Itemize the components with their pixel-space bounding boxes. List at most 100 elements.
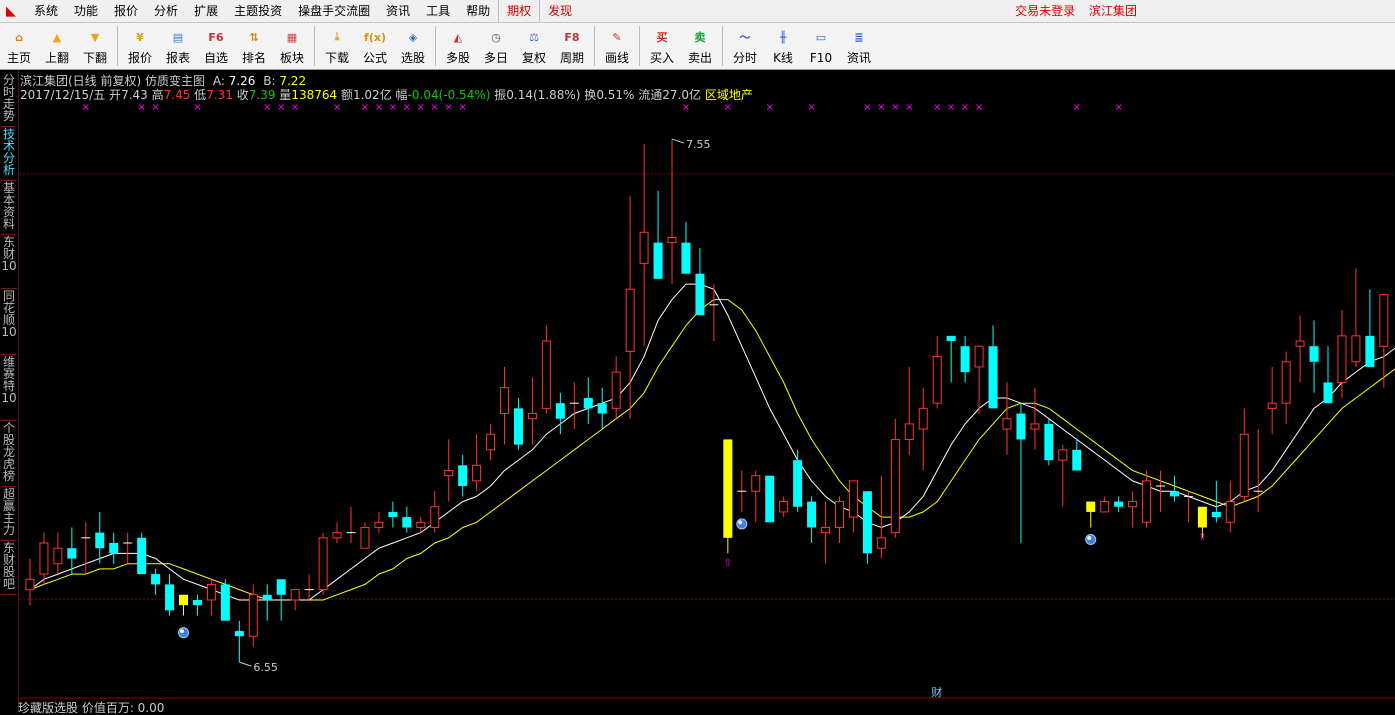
yen-icon: ¥ <box>136 30 144 44</box>
toolbar-button-2-0[interactable]: ⤓ 下载 <box>318 23 356 69</box>
toolbar-button-0-1[interactable]: ▲ 上翻 <box>38 23 76 69</box>
side-tab-7[interactable]: 超赢主力 <box>1 488 17 541</box>
side-tab-5[interactable]: 维赛特10 <box>1 356 17 421</box>
candlesticks <box>25 139 1389 663</box>
menu-3[interactable]: 分析 <box>146 0 186 22</box>
top-x-marker: × <box>975 102 983 113</box>
candle-body-up <box>611 371 621 409</box>
candle <box>1142 470 1152 528</box>
candle-body-down <box>807 501 817 528</box>
candle-body-down <box>1365 335 1375 367</box>
candle <box>402 506 412 533</box>
ma-fast-line <box>29 283 1395 601</box>
top-x-marker: × <box>947 102 955 113</box>
menu-8[interactable]: 工具 <box>418 0 458 22</box>
menu-red-1[interactable]: 发现 <box>539 0 580 22</box>
candle <box>1295 315 1305 383</box>
candle-body-down <box>946 335 956 342</box>
side-tab-8[interactable]: 东财股吧 <box>1 542 17 595</box>
login-status[interactable]: 交易未登录 <box>1015 4 1075 18</box>
candle-body-up <box>360 526 370 549</box>
candle-body-up <box>332 532 342 539</box>
toolbar-button-6-3[interactable]: ≣ 资讯 <box>840 23 878 69</box>
candle <box>179 594 189 616</box>
top-x-marker: × <box>417 102 425 113</box>
side-tab-1[interactable]: 技术分析 <box>1 128 17 181</box>
top-x-marker: × <box>431 102 439 113</box>
menu-9[interactable]: 帮助 <box>458 0 498 22</box>
menu-5[interactable]: 主题投资 <box>226 0 290 22</box>
current-stock-name[interactable]: 滨江集团 <box>1089 4 1137 18</box>
candle-body-down <box>583 398 593 409</box>
candle-body-up <box>821 526 831 534</box>
toolbar-button-0-2[interactable]: ▼ 下翻 <box>76 23 114 69</box>
side-tab-4[interactable]: 同花顺10 <box>1 290 17 355</box>
menu-7[interactable]: 资讯 <box>378 0 418 22</box>
side-tab-3[interactable]: 东财10 <box>1 236 17 289</box>
finance-marker[interactable]: 财 <box>931 685 942 699</box>
toolbar-button-1-2[interactable]: F6 自选 <box>197 23 235 69</box>
toolbar-button-3-1[interactable]: ◷ 多日 <box>477 23 515 69</box>
top-x-marker: × <box>961 102 969 113</box>
special-candle-body <box>1086 501 1096 512</box>
top-x-marker: × <box>137 102 145 113</box>
toolbar-button-3-2[interactable]: ⚖ 复权 <box>515 23 553 69</box>
menu-0[interactable]: 系统 <box>26 0 66 22</box>
toolbar-button-1-0[interactable]: ¥ 报价 <box>121 23 159 69</box>
toolbar-button-2-1[interactable]: f(x) 公式 <box>356 23 394 69</box>
top-x-marker: × <box>1073 102 1081 113</box>
side-tab-6[interactable]: 个股龙虎榜 <box>1 422 17 487</box>
menu-bar: ◣ 系统 功能 报价 分析 扩展 主题投资 操盘手交流圈 资讯 工具 帮助 期权 发现 交易未登录 滨… <box>0 0 1395 23</box>
menu-4[interactable]: 扩展 <box>186 0 226 22</box>
top-x-marker: × <box>724 102 732 113</box>
toolbar-button-0-0[interactable]: ⌂ 主页 <box>0 23 38 69</box>
candle-body-up <box>374 521 384 528</box>
toolbar-button-1-1[interactable]: ▤ 报表 <box>159 23 197 69</box>
candle-body-down <box>1169 491 1179 497</box>
candle <box>430 491 440 533</box>
candle-body-down <box>276 579 286 595</box>
kline-chart[interactable]: × × × × × × × × × × × × × × × × × × × × × × × × × × × × × × ⇧ ⇧ 7.55 6.… <box>19 100 1395 702</box>
draw-line-icon: ✎ <box>612 30 622 44</box>
candle <box>835 496 845 543</box>
candle-body-up <box>39 542 49 575</box>
candle-body-up <box>625 288 635 352</box>
candle <box>109 532 119 564</box>
toolbar-button-6-2[interactable]: ▭ F10 <box>802 23 840 69</box>
toolbar-button-label: 公式 <box>362 51 387 65</box>
candle <box>123 532 133 564</box>
candle-body-up <box>527 413 537 420</box>
toolbar-button-3-3[interactable]: F8 周期 <box>553 23 591 69</box>
candle-body-down <box>1211 511 1221 518</box>
toolbar-button-5-0[interactable]: 买买入 <box>643 23 681 69</box>
candle <box>667 139 677 285</box>
candle-body-up <box>1267 402 1277 409</box>
toolbar-button-3-0[interactable]: ◭ 多股 <box>439 23 477 69</box>
arrow-marker: ⇧ <box>724 557 732 568</box>
candle-body-up <box>444 470 454 477</box>
low-price-label: 6.55 <box>253 661 278 674</box>
top-x-marker: × <box>863 102 871 113</box>
menu-2[interactable]: 报价 <box>106 0 146 22</box>
menu-red-0[interactable]: 期权 <box>498 0 539 22</box>
menu-1[interactable]: 功能 <box>66 0 106 22</box>
candle <box>862 491 872 564</box>
toolbar-button-1-4[interactable]: ▦ 板块 <box>273 23 311 69</box>
toolbar-button-6-0[interactable]: 〜分时 <box>726 23 764 69</box>
ball-marker <box>736 518 748 530</box>
toolbar-button-2-2[interactable]: ◈ 选股 <box>394 23 432 69</box>
candle <box>1072 439 1082 471</box>
candle-body-up <box>890 438 900 534</box>
top-x-marker: × <box>263 102 271 113</box>
toolbar-button-1-3[interactable]: ⇅ 排名 <box>235 23 273 69</box>
candle-body-down <box>1114 501 1124 507</box>
menu-6[interactable]: 操盘手交流圈 <box>290 0 378 22</box>
side-tab-2[interactable]: 基本资料 <box>1 182 17 235</box>
toolbar-button-6-1[interactable]: ╫ K线 <box>764 23 802 69</box>
side-tab-0[interactable]: 分时走势 <box>1 74 17 127</box>
toolbar-button-4-0[interactable]: ✎ 画线 <box>598 23 636 69</box>
candle-body-down <box>597 403 607 414</box>
special-candle-body <box>723 439 733 538</box>
toolbar-button-5-1[interactable]: 卖卖出 <box>681 23 719 69</box>
candle <box>500 366 510 445</box>
